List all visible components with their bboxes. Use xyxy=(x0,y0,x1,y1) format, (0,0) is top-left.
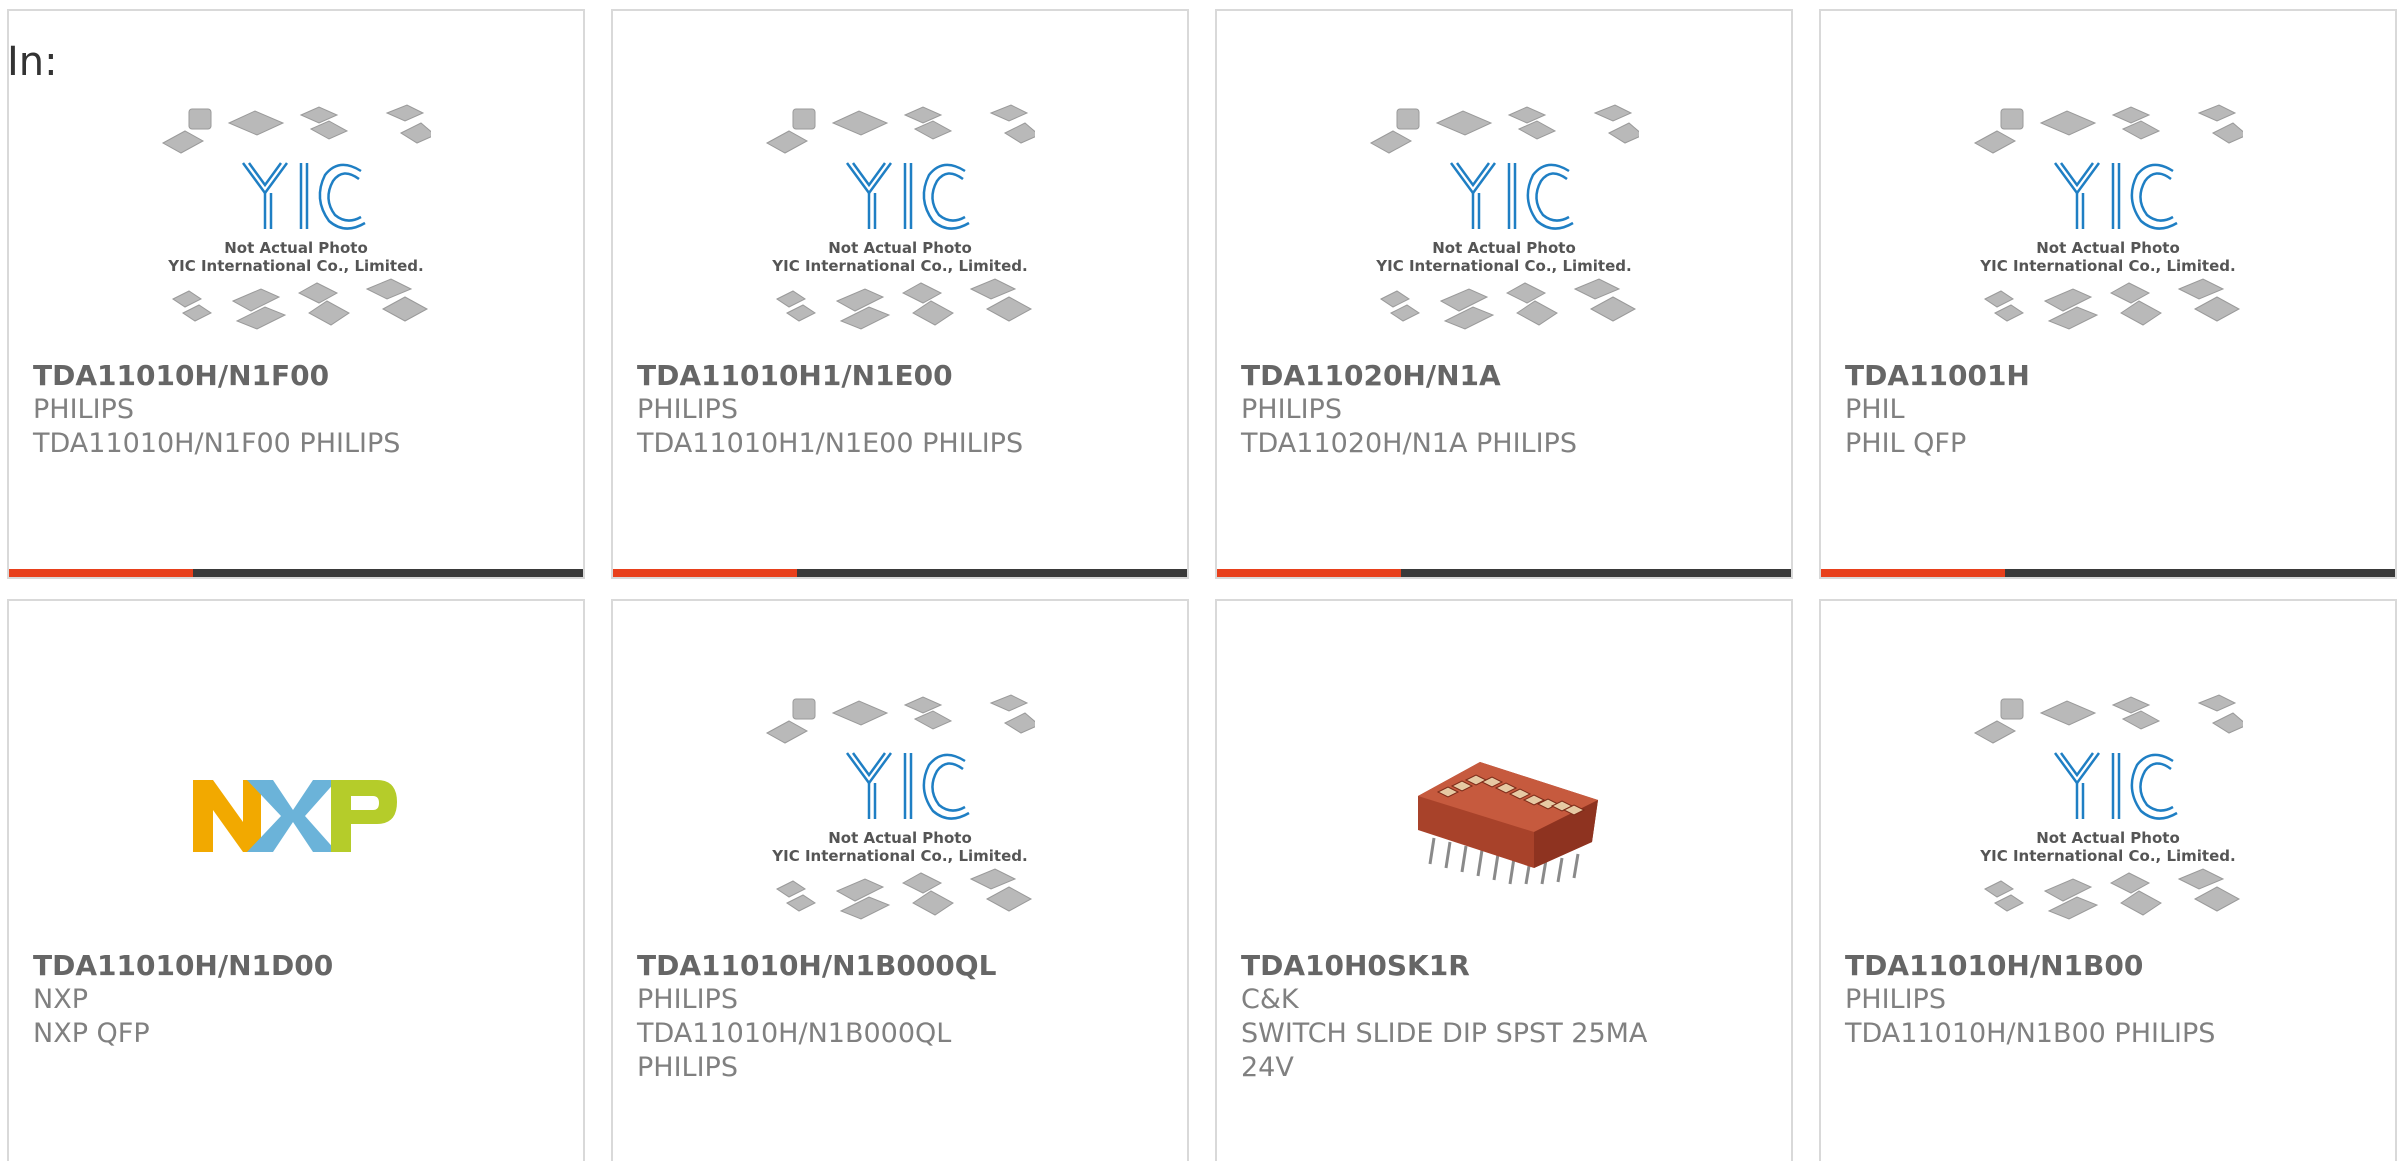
nxp-logo-icon xyxy=(193,780,397,852)
part-number[interactable]: TDA11010H/N1B00 xyxy=(1845,949,2375,983)
product-card[interactable]: Not Actual Photo YIC International Co., … xyxy=(7,9,585,579)
product-card[interactable]: Not Actual Photo YIC International Co., … xyxy=(1215,9,1793,579)
svg-text:YIC International Co., Limited: YIC International Co., Limited. xyxy=(1979,257,2235,275)
manufacturer: PHILIPS xyxy=(1241,394,1342,425)
product-card[interactable]: Not Actual Photo YIC International Co., … xyxy=(611,9,1189,579)
product-description: TDA11010H1/N1E00 PHILIPS xyxy=(637,428,1024,459)
svg-text:YIC International Co., Limited: YIC International Co., Limited. xyxy=(1375,257,1631,275)
product-description: TDA11010H/N1F00 PHILIPS xyxy=(33,428,401,459)
part-number[interactable]: TDA10H0SK1R xyxy=(1241,949,1771,983)
part-number[interactable]: TDA11010H/N1F00 xyxy=(33,359,563,393)
part-number[interactable]: TDA11010H/N1B000QL xyxy=(637,949,1167,983)
card-footer-accent xyxy=(1821,569,2005,577)
product-image[interactable]: Not Actual Photo YIC International Co., … xyxy=(9,91,583,361)
filter-label: In: xyxy=(7,39,58,85)
product-card[interactable]: Not Actual Photo YIC International Co., … xyxy=(1819,9,2397,579)
product-grid-page: In: Not Actual Photo YIC International C… xyxy=(0,0,2400,1161)
product-description: TDA11010H/N1B00 PHILIPS xyxy=(1845,1018,2216,1049)
yic-placeholder-icon: Not Actual Photo YIC International Co., … xyxy=(765,104,1035,330)
product-description: TDA11010H/N1B000QL PHILIPS xyxy=(637,1018,952,1083)
yic-placeholder-icon: Not Actual Photo YIC International Co., … xyxy=(765,694,1035,920)
card-footer-accent xyxy=(613,569,797,577)
product-description: TDA11020H/N1A PHILIPS xyxy=(1241,428,1577,459)
manufacturer: PHIL xyxy=(1845,394,1905,425)
svg-text:Not Actual Photo: Not Actual Photo xyxy=(828,829,972,847)
product-description: SWITCH SLIDE DIP SPST 25MA 24V xyxy=(1241,1018,1648,1083)
svg-text:Not Actual Photo: Not Actual Photo xyxy=(828,239,972,257)
product-description: PHIL QFP xyxy=(1845,428,1967,459)
product-image[interactable]: Not Actual Photo YIC International Co., … xyxy=(613,681,1187,951)
product-image[interactable]: Not Actual Photo YIC International Co., … xyxy=(613,91,1187,361)
product-card[interactable]: TDA10H0SK1R C&K SWITCH SLIDE DIP SPST 25… xyxy=(1215,599,1793,1161)
product-image[interactable]: Not Actual Photo YIC International Co., … xyxy=(1217,91,1791,361)
card-footer-bar xyxy=(1821,569,2395,577)
product-image[interactable] xyxy=(1217,681,1791,951)
yic-placeholder-icon: Not Actual Photo YIC International Co., … xyxy=(1369,104,1639,330)
part-number[interactable]: TDA11020H/N1A xyxy=(1241,359,1771,393)
card-footer-accent xyxy=(9,569,193,577)
manufacturer: PHILIPS xyxy=(33,394,134,425)
svg-text:YIC International Co., Limited: YIC International Co., Limited. xyxy=(167,257,423,275)
svg-text:Not Actual Photo: Not Actual Photo xyxy=(2036,829,2180,847)
card-footer-bar xyxy=(1217,569,1791,577)
manufacturer: NXP xyxy=(33,984,88,1015)
manufacturer: PHILIPS xyxy=(637,394,738,425)
manufacturer: PHILIPS xyxy=(1845,984,1946,1015)
yic-placeholder-icon: Not Actual Photo YIC International Co., … xyxy=(1973,694,2243,920)
svg-text:YIC International Co., Limited: YIC International Co., Limited. xyxy=(771,847,1027,865)
product-card[interactable]: Not Actual Photo YIC International Co., … xyxy=(611,599,1189,1161)
part-number[interactable]: TDA11001H xyxy=(1845,359,2375,393)
yic-placeholder-icon: Not Actual Photo YIC International Co., … xyxy=(161,104,431,330)
card-footer-bar xyxy=(9,569,583,577)
manufacturer: PHILIPS xyxy=(637,984,738,1015)
product-image[interactable]: Not Actual Photo YIC International Co., … xyxy=(1821,681,2395,951)
svg-text:Not Actual Photo: Not Actual Photo xyxy=(224,239,368,257)
product-card[interactable]: Not Actual Photo YIC International Co., … xyxy=(1819,599,2397,1161)
product-description: NXP QFP xyxy=(33,1018,150,1049)
product-image[interactable]: Not Actual Photo YIC International Co., … xyxy=(1821,91,2395,361)
yic-placeholder-icon: Not Actual Photo YIC International Co., … xyxy=(1973,104,2243,330)
svg-text:YIC International Co., Limited: YIC International Co., Limited. xyxy=(771,257,1027,275)
dip-switch-icon xyxy=(1418,762,1598,885)
part-number[interactable]: TDA11010H/N1D00 xyxy=(33,949,563,983)
svg-text:YIC International Co., Limited: YIC International Co., Limited. xyxy=(1979,847,2235,865)
svg-text:Not Actual Photo: Not Actual Photo xyxy=(1432,239,1576,257)
svg-text:Not Actual Photo: Not Actual Photo xyxy=(2036,239,2180,257)
card-footer-accent xyxy=(1217,569,1401,577)
manufacturer: C&K xyxy=(1241,984,1299,1015)
product-image[interactable] xyxy=(9,681,583,951)
card-footer-bar xyxy=(613,569,1187,577)
part-number[interactable]: TDA11010H1/N1E00 xyxy=(637,359,1167,393)
product-card[interactable]: TDA11010H/N1D00 NXP NXP QFP xyxy=(7,599,585,1161)
